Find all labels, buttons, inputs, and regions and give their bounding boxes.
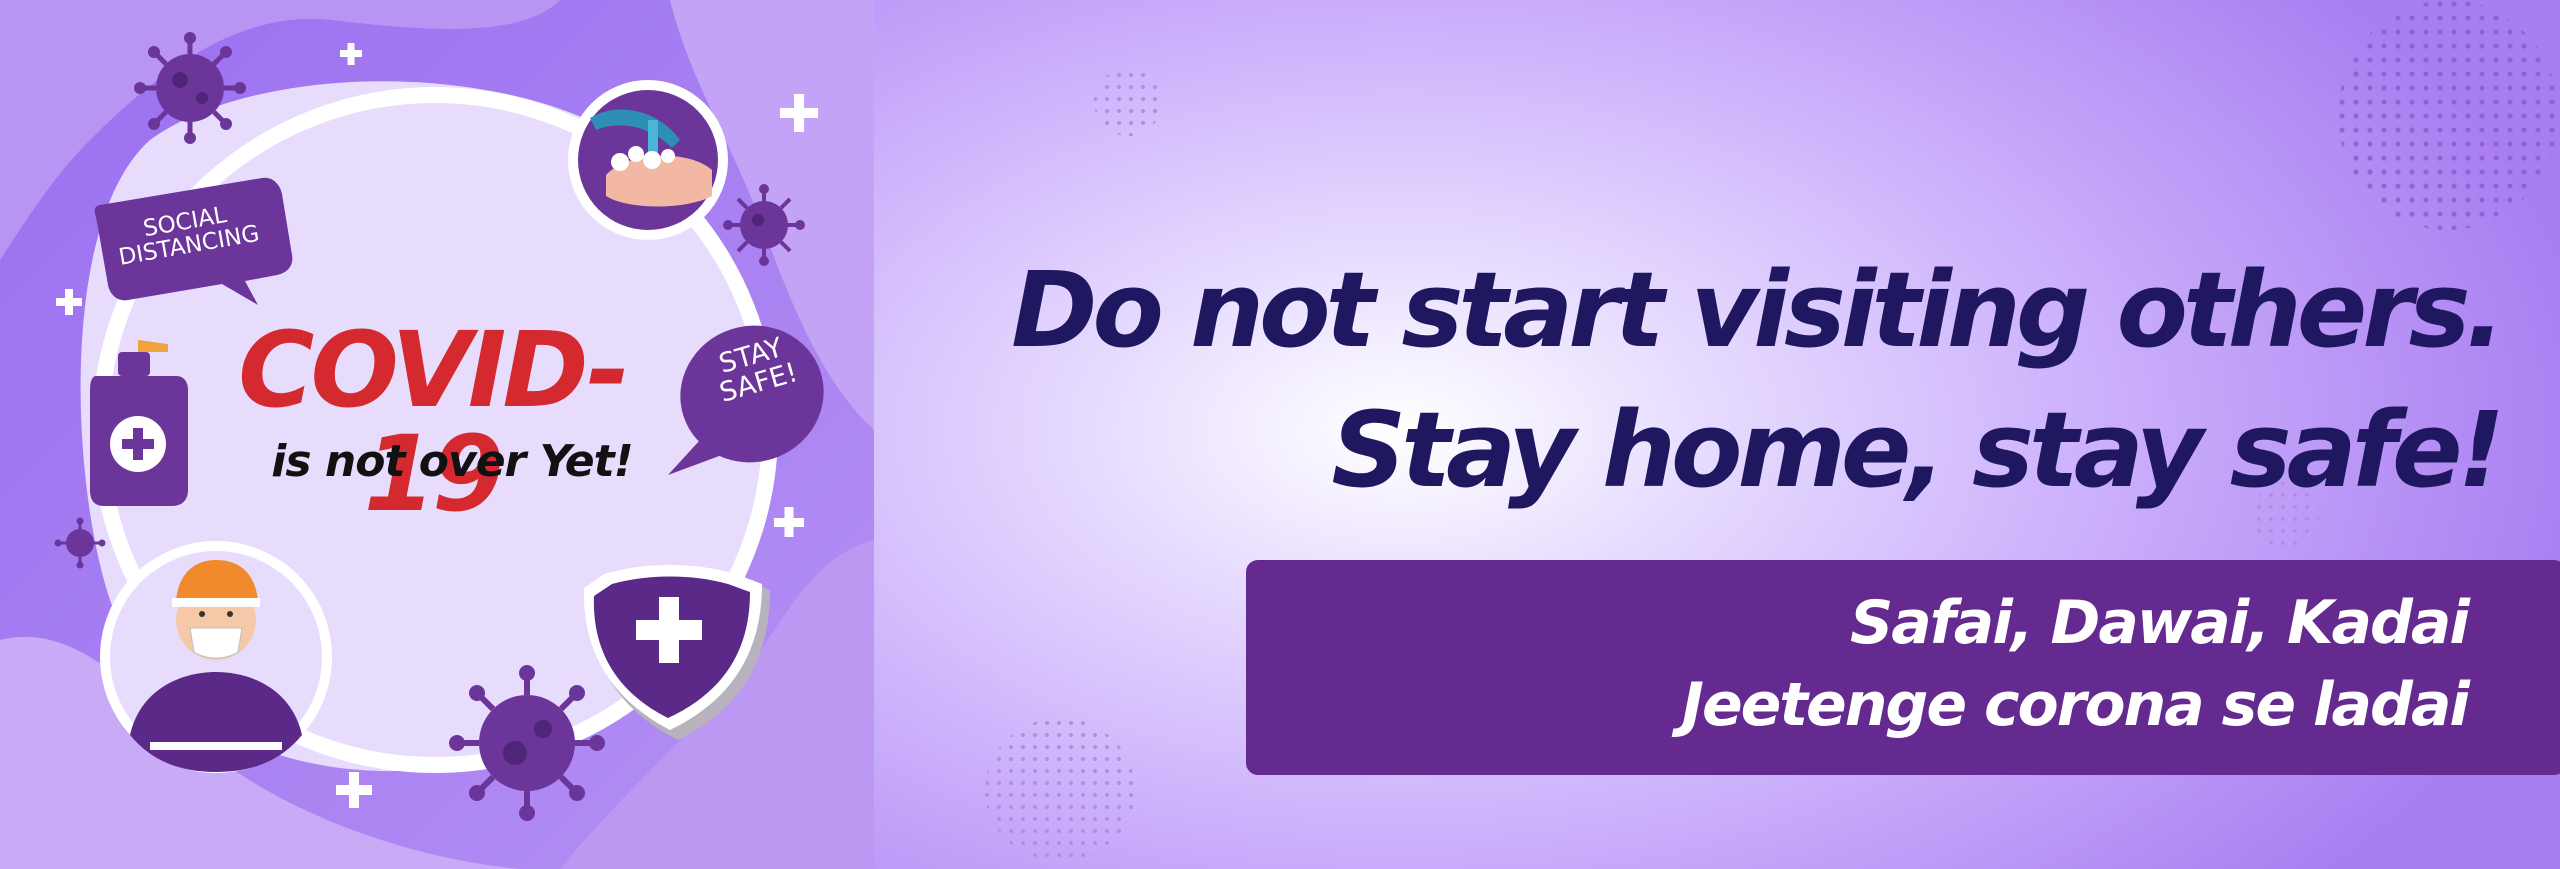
- covid-banner: SOCIAL DISTANCING STAY SAFE! COVID-19 is…: [0, 0, 2560, 869]
- covid-title: COVID-19: [238, 309, 630, 535]
- slogan-text: Safai, Dawai, Kadai Jeetenge corona se l…: [1368, 582, 2470, 746]
- headline-line1: Do not start visiting others.: [1011, 249, 2505, 371]
- handwash-icon: [568, 80, 728, 240]
- slogan-line2: Jeetenge corona se ladai: [1681, 670, 2470, 740]
- left-illustration-panel: SOCIAL DISTANCING STAY SAFE! COVID-19 is…: [0, 0, 874, 869]
- slogan-box: Safai, Dawai, Kadai Jeetenge corona se l…: [1246, 560, 2560, 775]
- slogan-line1: Safai, Dawai, Kadai: [1850, 588, 2470, 658]
- headline-line2: Stay home, stay safe!: [1331, 389, 2505, 511]
- headline: Do not start visiting others. Stay home,…: [900, 240, 2505, 520]
- covid-subtitle: is not over Yet!: [271, 436, 633, 487]
- worker-mask-icon: [100, 541, 332, 773]
